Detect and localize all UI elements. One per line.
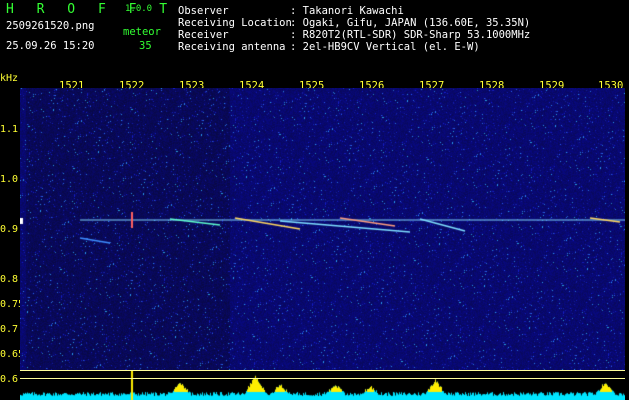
timestamp: 25.09.26 15:20: [6, 40, 95, 52]
filename: 2509261520.png: [6, 20, 95, 32]
info-label-observer: Observer: [178, 5, 229, 17]
y-axis-unit: kHz: [0, 73, 19, 84]
y-tick-label: 1.0: [0, 174, 19, 185]
y-tick-label: 0.6: [0, 374, 19, 385]
info-value-observer: : Takanori Kawachi: [290, 5, 404, 17]
info-value-location: : Ogaki, Gifu, JAPAN (136.60E, 35.35N): [290, 17, 531, 29]
app-version: 1.0.0: [125, 4, 153, 14]
info-label-antenna: Receiving antenna: [178, 41, 286, 53]
info-value-receiver: : R820T2(RTL-SDR) SDR-Sharp 53.1000MHz: [290, 29, 531, 41]
strip-divider: [20, 378, 625, 379]
count-label: meteor: [123, 26, 161, 38]
info-label-receiver: Receiver: [178, 29, 229, 41]
info-label-location: Receiving Location: [178, 17, 292, 29]
power-level-strip: [20, 370, 625, 400]
info-value-antenna: : 2el-HB9CV Vertical (el. E-W): [290, 41, 480, 53]
strip-divider: [20, 370, 625, 371]
count-value: 35: [139, 40, 152, 52]
y-tick-label: 0.9: [0, 224, 19, 235]
spectrogram-display: [20, 88, 625, 370]
y-tick-label: 1.1: [0, 124, 19, 135]
y-tick-label: 0.7: [0, 324, 19, 335]
y-tick-label: 0.8: [0, 274, 19, 285]
header-panel: H R O F F T 1.0.0 2509261520.png 25.09.2…: [0, 0, 629, 70]
